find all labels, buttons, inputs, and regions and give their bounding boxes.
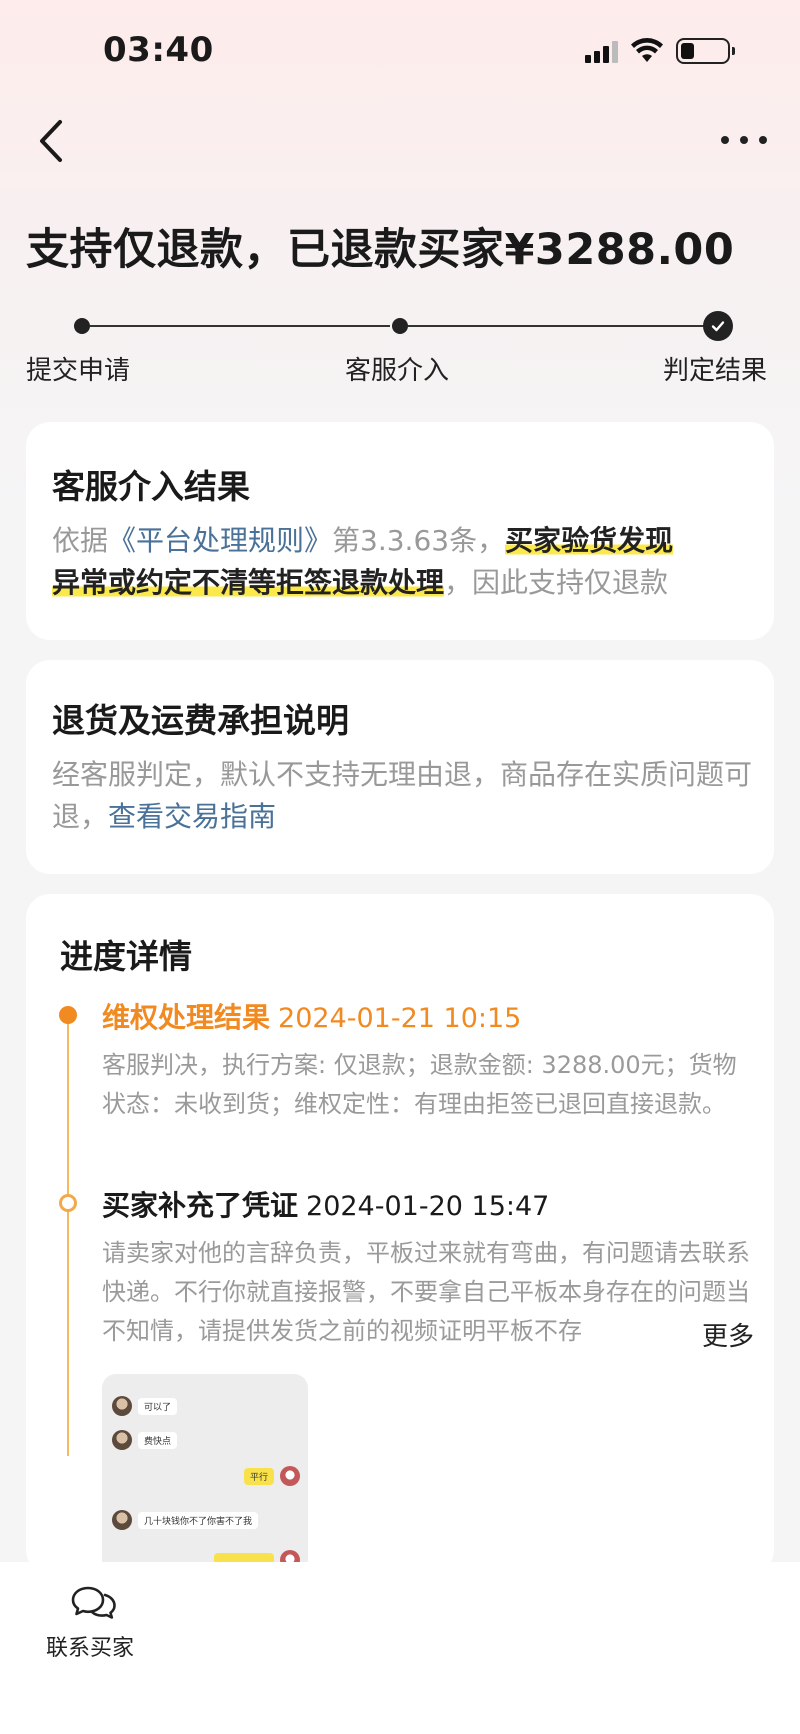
more-options-button[interactable] — [716, 120, 772, 160]
event-description: 客服判决，执行方案: 仅退款；退款金额: 3288.00元；货物状态：未收到货；… — [102, 1051, 737, 1118]
avatar — [280, 1466, 300, 1486]
chevron-left-icon — [40, 120, 62, 162]
highlight-text: 买家验货发现 — [505, 524, 674, 557]
event-header: 维权处理结果 2024-01-21 10:15 — [102, 996, 521, 1036]
avatar — [112, 1430, 132, 1450]
event-date: 2024-01-20 15:47 — [306, 1191, 550, 1222]
step-dot-service — [392, 318, 408, 334]
more-dots-icon — [721, 136, 767, 144]
wifi-icon — [631, 38, 663, 62]
chat-row: 几十块钱你不了你害不了我 — [112, 1510, 259, 1530]
evidence-thumbnail[interactable]: 可以了 费快点 平行 几十块钱你不了你害不了我 — [102, 1374, 308, 1574]
more-link[interactable]: 更多 — [691, 1318, 754, 1351]
chat-row: 可以了 — [112, 1396, 178, 1416]
step-label-result: 判定结果 — [663, 356, 768, 386]
step-label-submit: 提交申请 — [26, 356, 131, 386]
text-fragment: ，因此支持仅退款 — [444, 566, 669, 599]
timeline-dot — [59, 1194, 77, 1212]
text-fragment: 请卖家对他的言辞负责，平板过来就有弯曲，有问题请去联系快递。不行你就直接报警，不… — [102, 1239, 750, 1345]
event-description: 请卖家对他的言辞负责，平板过来就有弯曲，有问题请去联系快递。不行你就直接报警，不… — [102, 1234, 754, 1351]
step-connector — [408, 325, 704, 327]
back-button[interactable] — [30, 110, 74, 170]
step-label-service: 客服介入 — [345, 356, 450, 386]
chat-row: 平行 — [243, 1466, 300, 1486]
contact-buyer-button[interactable]: 联系买家 — [34, 1584, 154, 1662]
chat-row: 费快点 — [112, 1430, 178, 1450]
chat-bubble: 可以了 — [138, 1397, 178, 1415]
chat-bubble: 平行 — [243, 1467, 274, 1485]
chat-bubble: 几十块钱你不了你害不了我 — [138, 1511, 259, 1529]
contact-buyer-label: 联系买家 — [45, 1636, 134, 1661]
return-shipping-card: 退货及运费承担说明 经客服判定，默认不支持无理由退，商品存在实质问题可退，查看交… — [26, 660, 774, 874]
avatar — [112, 1396, 132, 1416]
card-title: 客服介入结果 — [52, 467, 250, 506]
chat-bubble: 费快点 — [138, 1431, 178, 1449]
battery-icon — [676, 38, 735, 64]
progress-details-card: 进度详情 维权处理结果 2024-01-21 10:15 客服判决，执行方案: 仅… — [26, 894, 774, 1574]
return-description: 经客服判定，默认不支持无理由退，商品存在实质问题可退，查看交易指南 — [52, 754, 752, 838]
event-title: 维权处理结果 — [102, 1001, 271, 1034]
trade-guide-link[interactable]: 查看交易指南 — [108, 800, 276, 833]
result-description: 依据《平台处理规则》第3.3.63条，买家验货发现异常或约定不清等拒签退款处理，… — [52, 520, 752, 604]
event-header: 买家补充了凭证 2024-01-20 15:47 — [102, 1184, 549, 1224]
status-bar: 03:40 — [0, 0, 800, 100]
highlight-text: 异常或约定不清等拒签退款处理 — [52, 566, 445, 599]
step-dot-submit — [74, 318, 90, 334]
event-title: 买家补充了凭证 — [102, 1189, 299, 1222]
status-time: 03:40 — [103, 30, 214, 70]
bottom-bar: 联系买家 — [0, 1562, 800, 1734]
timeline-line — [67, 1016, 69, 1456]
page-title: 支持仅退款，已退款买家¥3288.00 — [26, 225, 735, 275]
timeline-dot-current — [59, 1006, 77, 1024]
avatar — [112, 1510, 132, 1530]
card-title: 退货及运费承担说明 — [52, 701, 349, 740]
cellular-signal-icon — [585, 39, 618, 63]
card-title: 进度详情 — [60, 937, 192, 976]
step-connector — [90, 325, 390, 327]
progress-steps: 提交申请 客服介入 判定结果 — [0, 310, 800, 386]
status-icons — [585, 38, 735, 64]
event-date: 2024-01-21 10:15 — [278, 1003, 522, 1034]
text-fragment: 依据 — [52, 524, 109, 557]
text-fragment: 第3.3.63条， — [332, 524, 506, 557]
service-result-card: 客服介入结果 依据《平台处理规则》第3.3.63条，买家验货发现异常或约定不清等… — [26, 422, 774, 640]
check-circle-icon — [703, 311, 733, 341]
nav-bar — [0, 110, 800, 170]
platform-rules-link[interactable]: 《平台处理规则》 — [108, 524, 332, 557]
chat-bubbles-icon — [71, 1586, 116, 1619]
